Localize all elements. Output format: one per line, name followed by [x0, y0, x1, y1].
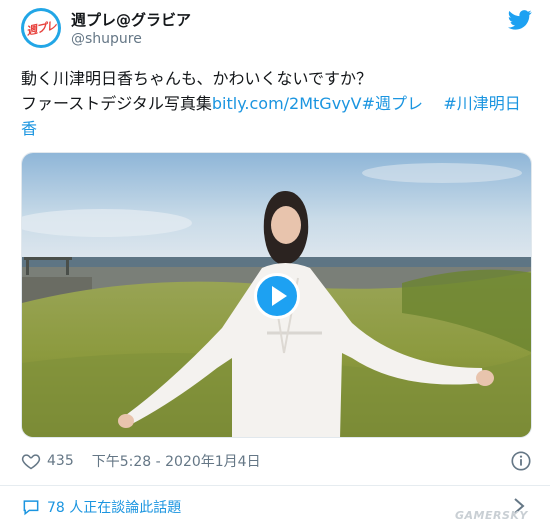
tweet-line-2-prefix: ファーストデジタル写真集 [21, 94, 212, 113]
tweet-link[interactable]: bitly.com/2MtGvyV [212, 94, 362, 113]
speech-bubble-icon [23, 500, 39, 516]
tweet-timestamp[interactable]: 下午5:28 - 2020年1月4日 [92, 451, 261, 471]
avatar-logo-text: 週プレ [25, 19, 58, 38]
hashtag-shupure[interactable]: #週プレ [362, 94, 423, 113]
divider [0, 485, 550, 486]
tweet-card: 週プレ 週プレ@グラビア @shupure 動く川津明日香ちゃんも、かわいくない… [0, 0, 550, 531]
author-handle[interactable]: @shupure [71, 31, 142, 47]
author-display-name[interactable]: 週プレ@グラビア [71, 9, 191, 30]
play-button[interactable] [254, 273, 300, 319]
tweet-body: 動く川津明日香ちゃんも、かわいくないですか？ ファーストデジタル写真集bitly… [21, 66, 531, 141]
avatar-logo: 週プレ [24, 11, 58, 45]
tweet-line-1: 動く川津明日香ちゃんも、かわいくないですか？ [21, 69, 373, 88]
twitter-bird-icon[interactable] [508, 10, 532, 30]
watermark: GAMERSKY [455, 509, 528, 522]
video-player[interactable] [21, 152, 532, 438]
like-count[interactable]: 435 [47, 453, 74, 469]
tweet-meta-row: 435 下午5:28 - 2020年1月4日 [21, 448, 532, 474]
avatar[interactable]: 週プレ [21, 8, 61, 48]
play-icon [271, 286, 287, 306]
conversation-label: 78 人正在談論此話題 [47, 500, 182, 516]
heart-icon[interactable] [21, 451, 41, 471]
info-icon[interactable] [510, 450, 532, 472]
